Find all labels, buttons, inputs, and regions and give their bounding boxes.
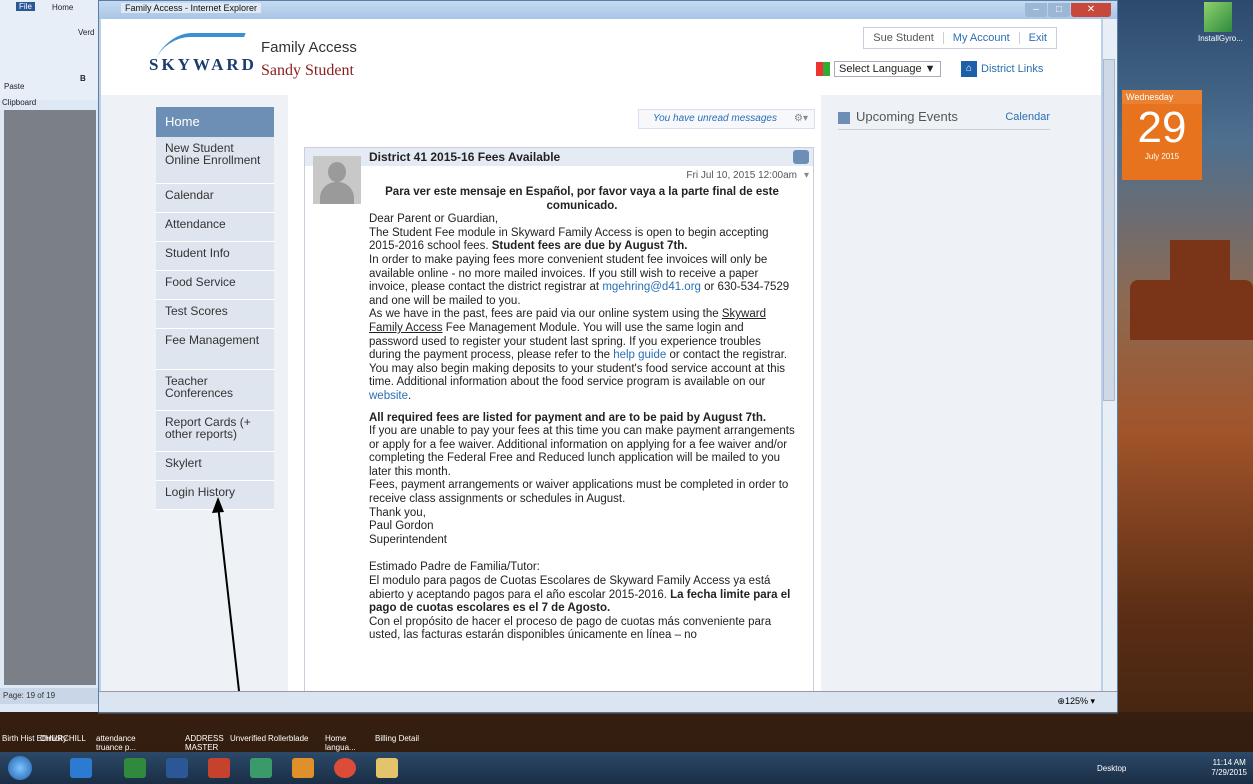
word-document-area[interactable] (4, 110, 96, 685)
window-controls: – □ ✕ (1024, 1, 1111, 17)
powerpoint-taskbar-icon[interactable] (208, 758, 230, 778)
minimize-icon[interactable]: – (1025, 3, 1047, 17)
zoom-value: 125% (1064, 696, 1088, 706)
annotation-arrow (212, 497, 240, 691)
excel-taskbar-icon[interactable] (124, 758, 146, 778)
word-bold-button[interactable]: B (80, 74, 86, 83)
vertical-scrollbar[interactable] (1103, 19, 1117, 691)
shortcut[interactable]: Home langua... (325, 734, 359, 752)
zoom-level[interactable]: ⊕125% ▾ (1057, 696, 1095, 707)
desktop-icon-label: InstallGyro... (1198, 34, 1243, 43)
ie-window: Family Access - Internet Explorer – □ ✕ SK… (98, 0, 1118, 714)
desktop-icon[interactable]: InstallGyro... (1198, 2, 1243, 43)
word-status-page: Page: 19 of 19 (0, 688, 103, 704)
zoom-icon: ⊕ (1057, 696, 1065, 706)
system-clock[interactable]: 11:14 AM 7/29/2015 (1211, 758, 1247, 778)
word-clipboard-group: Clipboard (2, 98, 37, 107)
ie-title: Family Access - Internet Explorer (121, 3, 262, 13)
calendar-day: 29 (1137, 103, 1187, 152)
shortcut[interactable]: ADDRESS MASTER (185, 734, 227, 752)
shortcut[interactable]: Billing Detail (375, 734, 419, 743)
installer-icon (1204, 2, 1232, 32)
word-ribbon: File Home Paste Verd B Clipboard (0, 0, 100, 107)
shortcut[interactable]: CHURCHILL (40, 734, 86, 743)
clock-time: 11:14 AM (1212, 758, 1246, 767)
publisher-taskbar-icon[interactable] (250, 758, 272, 778)
desktop-shortcuts: Birth Hist Ethnicity CHURCHILL attendanc… (0, 712, 1253, 752)
close-icon[interactable]: ✕ (1071, 3, 1111, 17)
word-file-tab[interactable]: File (16, 2, 35, 11)
shortcut[interactable]: Rollerblade (268, 734, 308, 743)
clock-date: 7/29/2015 (1211, 768, 1247, 777)
outlook-taskbar-icon[interactable] (292, 758, 314, 778)
chrome-taskbar-icon[interactable] (334, 758, 356, 778)
mesa-rock (1170, 240, 1230, 290)
desktop-toolbar[interactable]: Desktop (1097, 764, 1126, 773)
word-home-tab[interactable]: Home (52, 3, 73, 12)
ie-statusbar: ⊕125% ▾ (99, 691, 1117, 712)
calendar-month: July 2015 (1144, 152, 1180, 161)
maximize-icon[interactable]: □ (1048, 3, 1070, 17)
explorer-taskbar-icon[interactable] (376, 758, 398, 778)
ie-taskbar-icon[interactable] (70, 758, 92, 778)
scroll-thumb[interactable] (1103, 59, 1115, 401)
ie-content: SKYWARD Family Access Sandy Student Sue … (101, 19, 1101, 691)
word-taskbar-icon[interactable] (166, 758, 188, 778)
shortcut[interactable]: attendance truance p... (96, 734, 140, 752)
shortcut[interactable]: Unverified (230, 734, 266, 743)
word-paste-button[interactable]: Paste (4, 82, 24, 91)
word-window: File Home Paste Verd B Clipboard Page: 1… (0, 0, 103, 712)
calendar-gadget: Wednesday 29 July 2015 (1122, 90, 1202, 180)
start-button[interactable] (8, 756, 32, 780)
word-font-field[interactable]: Verd (78, 28, 94, 37)
ie-titlebar[interactable]: Family Access - Internet Explorer – □ ✕ (99, 1, 1117, 19)
calendar-weekday: Wednesday (1122, 90, 1202, 104)
taskbar: Desktop 11:14 AM 7/29/2015 (0, 752, 1253, 784)
